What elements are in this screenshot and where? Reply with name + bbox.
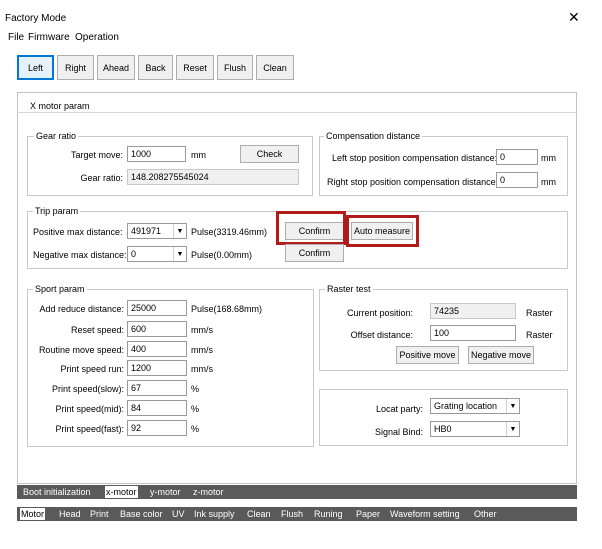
print-speed-mid-input[interactable] xyxy=(127,400,187,416)
offset-distance-unit: Raster xyxy=(526,330,553,340)
target-move-label: Target move: xyxy=(70,150,123,160)
tab-waveform-setting[interactable]: Waveform setting xyxy=(389,508,461,520)
sport-unit: mm/s xyxy=(191,364,213,374)
tab-runing[interactable]: Runing xyxy=(313,508,344,520)
sport-unit: % xyxy=(191,384,200,394)
print-speed-slow-input[interactable] xyxy=(127,380,187,396)
trip-param-title: Trip param xyxy=(33,206,81,216)
right-compensation-label: Right stop position compensation distanc… xyxy=(327,177,499,187)
tab-boot-initialization[interactable]: Boot initialization xyxy=(22,486,92,498)
close-icon[interactable]: ✕ xyxy=(568,9,580,26)
sport-unit: mm/s xyxy=(191,325,213,335)
menu-operation[interactable]: Operation xyxy=(75,32,119,43)
sport-unit: % xyxy=(191,404,200,414)
offset-distance-label: Offset distance: xyxy=(350,330,413,340)
flush-button[interactable]: Flush xyxy=(217,55,253,80)
confirm-negative-button[interactable]: Confirm xyxy=(285,244,344,262)
locat-party-label: Locat party: xyxy=(375,404,423,414)
main-tab-strip: Motor Head Print Base color UV Ink suppl… xyxy=(17,507,577,521)
print-speed-fast-input[interactable] xyxy=(127,420,187,436)
negative-max-select[interactable]: 0 ▼ xyxy=(127,246,187,262)
sport-unit: mm/s xyxy=(191,345,213,355)
check-button[interactable]: Check xyxy=(240,145,299,163)
signal-bind-label: Signal Bind: xyxy=(374,427,423,437)
right-button[interactable]: Right xyxy=(57,55,94,80)
left-compensation-label: Left stop position compensation distance… xyxy=(332,153,498,163)
negative-max-unit: Pulse(0.00mm) xyxy=(191,250,253,260)
left-compensation-input[interactable] xyxy=(496,149,538,165)
reset-speed-input[interactable] xyxy=(127,321,187,337)
compensation-title: Compensation distance xyxy=(324,131,423,141)
sport-label: Routine move speed: xyxy=(38,345,124,355)
motor-subtab-strip: Boot initialization x-motor y-motor z-mo… xyxy=(17,485,577,499)
positive-max-value: 491971 xyxy=(131,226,162,236)
tab-y-motor[interactable]: y-motor xyxy=(149,486,182,498)
print-speed-run-input[interactable] xyxy=(127,360,187,376)
negative-max-value: 0 xyxy=(131,249,137,259)
sport-label: Print speed(slow): xyxy=(51,384,124,394)
chevron-down-icon: ▼ xyxy=(173,247,186,261)
locat-party-value: Grating location xyxy=(434,401,498,411)
panel-divider xyxy=(17,112,577,113)
sport-unit: % xyxy=(191,424,200,434)
ahead-button[interactable]: Ahead xyxy=(97,55,135,80)
sport-param-title: Sport param xyxy=(33,284,87,294)
current-position-label: Current position: xyxy=(346,308,413,318)
chevron-down-icon: ▼ xyxy=(506,399,519,413)
clean-button[interactable]: Clean xyxy=(256,55,294,80)
tab-x-motor[interactable]: x-motor xyxy=(105,486,138,498)
left-compensation-unit: mm xyxy=(541,153,556,163)
gear-ratio-title: Gear ratio xyxy=(34,131,79,141)
menu-firmware[interactable]: Firmware xyxy=(28,32,70,43)
tab-other[interactable]: Other xyxy=(473,508,498,520)
chevron-down-icon: ▼ xyxy=(506,422,519,436)
routine-move-speed-input[interactable] xyxy=(127,341,187,357)
current-position-unit: Raster xyxy=(526,308,553,318)
signal-bind-select[interactable]: HB0 ▼ xyxy=(430,421,520,437)
tab-flush[interactable]: Flush xyxy=(280,508,304,520)
tab-z-motor[interactable]: z-motor xyxy=(192,486,225,498)
negative-max-label: Negative max distance: xyxy=(33,250,127,260)
positive-max-select[interactable]: 491971 ▼ xyxy=(127,223,187,239)
tab-paper[interactable]: Paper xyxy=(355,508,381,520)
sport-unit: Pulse(168.68mm) xyxy=(191,304,263,314)
tab-ink-supply[interactable]: Ink supply xyxy=(193,508,236,520)
gear-ratio-value xyxy=(127,169,299,185)
tab-print[interactable]: Print xyxy=(89,508,110,520)
back-button[interactable]: Back xyxy=(138,55,173,80)
tab-base-color[interactable]: Base color xyxy=(119,508,164,520)
target-move-input[interactable] xyxy=(127,146,186,162)
confirm-highlight-box xyxy=(276,211,346,245)
positive-max-unit: Pulse(3319.46mm) xyxy=(191,227,268,237)
right-compensation-unit: mm xyxy=(541,177,556,187)
right-compensation-input[interactable] xyxy=(496,172,538,188)
target-move-unit: mm xyxy=(191,150,206,160)
gear-ratio-label: Gear ratio: xyxy=(80,173,123,183)
positive-move-button[interactable]: Positive move xyxy=(396,346,459,364)
menu-file[interactable]: File xyxy=(8,32,24,43)
sport-label: Reset speed: xyxy=(70,325,124,335)
tab-motor[interactable]: Motor xyxy=(20,508,46,520)
raster-test-title: Raster test xyxy=(325,284,373,294)
sport-label: Print speed run: xyxy=(60,364,124,374)
panel-title: X motor param xyxy=(30,101,90,111)
current-position-value xyxy=(430,303,516,319)
reset-button[interactable]: Reset xyxy=(176,55,214,80)
locat-party-select[interactable]: Grating location ▼ xyxy=(430,398,520,414)
add-reduce-distance-input[interactable] xyxy=(127,300,187,316)
offset-distance-input[interactable] xyxy=(430,325,516,341)
tab-uv[interactable]: UV xyxy=(171,508,186,520)
window-title: Factory Mode xyxy=(5,13,67,24)
positive-max-label: Positive max distance: xyxy=(33,227,123,237)
chevron-down-icon: ▼ xyxy=(173,224,186,238)
signal-bind-value: HB0 xyxy=(434,424,452,434)
tab-clean[interactable]: Clean xyxy=(246,508,272,520)
sport-label: Print speed(fast): xyxy=(55,424,124,434)
sport-label: Add reduce distance: xyxy=(39,304,124,314)
tab-head[interactable]: Head xyxy=(58,508,82,520)
sport-label: Print speed(mid): xyxy=(55,404,124,414)
left-button[interactable]: Left xyxy=(17,55,54,80)
auto-measure-highlight-box xyxy=(346,215,419,247)
negative-move-button[interactable]: Negative move xyxy=(468,346,534,364)
